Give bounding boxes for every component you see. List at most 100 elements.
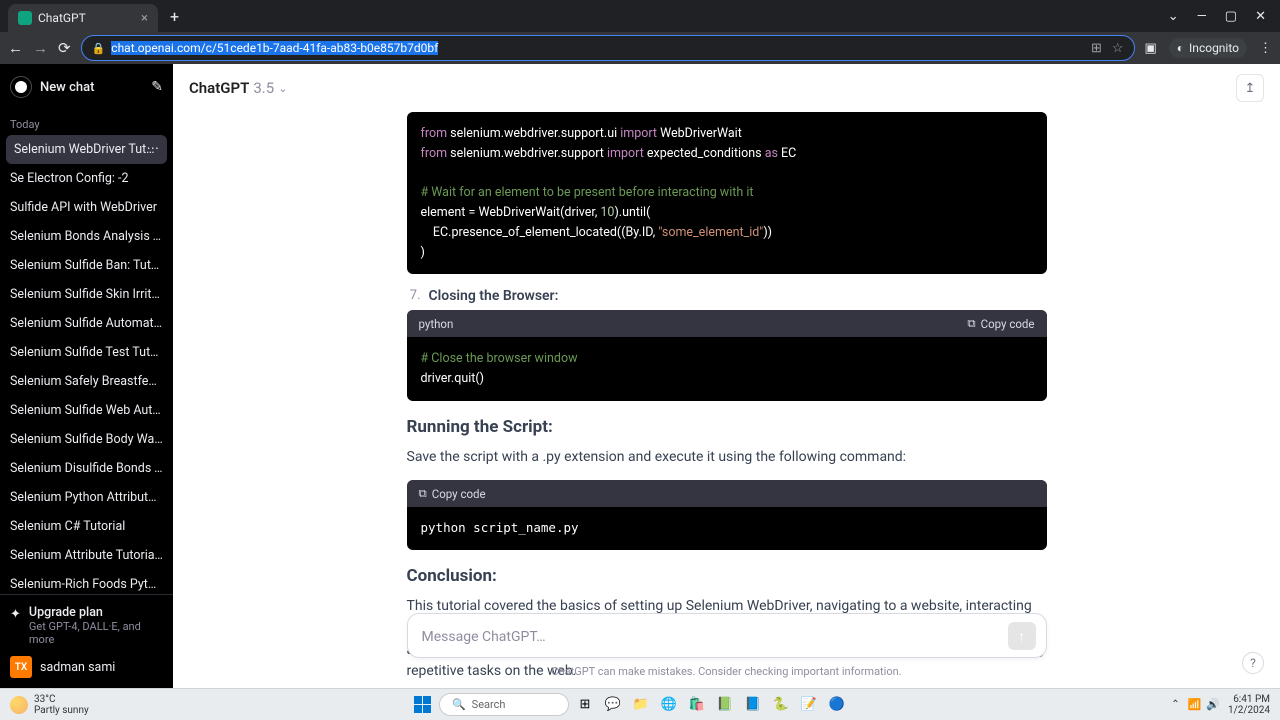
- paragraph: Save the script with a .py extension and…: [407, 447, 1047, 469]
- window-controls: ⌄ — ▢ ✕: [1168, 9, 1280, 24]
- sidebar-item[interactable]: Selenium WebDriver Tutorial: [6, 135, 167, 164]
- tab-close-icon[interactable]: ×: [141, 11, 148, 26]
- volume-icon[interactable]: 🔊: [1206, 698, 1220, 711]
- chevron-down-icon[interactable]: ⌄: [278, 82, 287, 95]
- disclaimer: ChatGPT can make mistakes. Consider chec…: [551, 665, 901, 678]
- system-tray[interactable]: ⌃ 📶 🔊 6:41 PM 1/2/2024: [1171, 694, 1270, 716]
- code-language: python: [419, 317, 454, 331]
- address-bar[interactable]: 🔒 chat.openai.com/c/51cede1b-7aad-41fa-a…: [81, 35, 1135, 61]
- sidebar-item[interactable]: Selenium Sulfide Web Automation: [0, 396, 173, 425]
- taskbar: 33°C Partly sunny 🔍 Search ⊞ 💬 📁 🌐 🛍️ 📗 …: [0, 688, 1280, 720]
- chevron-up-icon[interactable]: ⌃: [1171, 699, 1179, 710]
- tab-favicon: [18, 11, 32, 25]
- window-titlebar: ChatGPT × + ⌄ — ▢ ✕: [0, 0, 1280, 32]
- avatar: TX: [10, 656, 32, 678]
- app-icon[interactable]: 📘: [741, 693, 765, 717]
- user-menu[interactable]: TX sadman sami: [10, 656, 163, 678]
- minimize-button[interactable]: —: [1197, 9, 1207, 24]
- sidebar-item[interactable]: Selenium C# Tutorial: [0, 512, 173, 541]
- back-button[interactable]: ←: [8, 39, 23, 57]
- compose-icon[interactable]: ✎: [151, 79, 163, 95]
- main: ChatGPT 3.5 ⌄ ↥ from selenium.webdriver.…: [173, 64, 1280, 688]
- copy-code-button[interactable]: ⧉ Copy code: [967, 316, 1034, 331]
- list-item-7: 7. Closing the Browser:: [407, 288, 1047, 304]
- url-bar: ← → ⟳ 🔒 chat.openai.com/c/51cede1b-7aad-…: [0, 32, 1280, 64]
- sparkle-icon: ✦: [10, 607, 21, 622]
- sidebar-item[interactable]: Selenium Sulfide Test Tutorial: [0, 338, 173, 367]
- taskbar-center: 🔍 Search ⊞ 💬 📁 🌐 🛍️ 📗 📘 🐍 📝 🔵: [95, 693, 1166, 717]
- sidebar-item[interactable]: Selenium Safely Breastfeeding Tu: [0, 367, 173, 396]
- main-header: ChatGPT 3.5 ⌄ ↥: [173, 64, 1280, 112]
- sidebar-section-today: Today: [0, 110, 173, 135]
- app-icon[interactable]: 🐍: [769, 693, 793, 717]
- search-icon: 🔍: [452, 698, 466, 711]
- wifi-icon[interactable]: 📶: [1188, 698, 1202, 711]
- bookmark-icon[interactable]: ☆: [1112, 41, 1124, 56]
- sidebar-item[interactable]: Selenium Python Attribute Tutori: [0, 483, 173, 512]
- clipboard-icon: ⧉: [967, 316, 975, 331]
- chat-icon[interactable]: 💬: [601, 693, 625, 717]
- app-icon[interactable]: 📗: [713, 693, 737, 717]
- upgrade-button[interactable]: ✦ Upgrade plan Get GPT-4, DALL·E, and mo…: [10, 605, 163, 656]
- sidebar-item[interactable]: Selenium Attribute Tutorial Pytho: [0, 541, 173, 570]
- new-tab-button[interactable]: +: [170, 7, 179, 26]
- sidebar-item[interactable]: Selenium Sulfide Body Wash: [0, 425, 173, 454]
- code-content[interactable]: from selenium.webdriver.support.ui impor…: [407, 112, 1047, 274]
- help-button[interactable]: ?: [1242, 652, 1264, 674]
- sidebar-item[interactable]: Selenium Sulfide Ban: Tutorial: [0, 251, 173, 280]
- taskbar-search[interactable]: 🔍 Search: [439, 693, 569, 716]
- heading-running: Running the Script:: [407, 417, 1047, 437]
- browser-tab[interactable]: ChatGPT ×: [8, 4, 158, 32]
- sidebar-item[interactable]: Selenium Bonds Analysis Tutorial: [0, 222, 173, 251]
- store-icon[interactable]: 🛍️: [685, 693, 709, 717]
- incognito-badge[interactable]: ◐ Incognito: [1169, 38, 1247, 58]
- copy-code-button[interactable]: ⧉ Copy code: [407, 480, 1047, 507]
- app: New chat ✎ Today Selenium WebDriver Tuto…: [0, 64, 1280, 688]
- app-icon[interactable]: 📝: [797, 693, 821, 717]
- code-block: python ⧉ Copy code # Close the browser w…: [407, 310, 1047, 401]
- heading-conclusion: Conclusion:: [407, 566, 1047, 586]
- chevron-down-icon[interactable]: ⌄: [1168, 9, 1179, 24]
- share-button[interactable]: ↥: [1236, 74, 1264, 102]
- code-block: ⧉ Copy code python script_name.py: [407, 480, 1047, 550]
- input-placeholder: Message ChatGPT…: [422, 629, 546, 645]
- menu-icon[interactable]: ⋮: [1259, 41, 1272, 56]
- translate-icon[interactable]: ⊞: [1091, 41, 1102, 56]
- sidebar-footer: ✦ Upgrade plan Get GPT-4, DALL·E, and mo…: [0, 594, 173, 688]
- close-button[interactable]: ✕: [1255, 9, 1266, 24]
- model-version[interactable]: 3.5: [253, 79, 274, 97]
- sidebar-item[interactable]: Selenium Sulfide Automation Tut: [0, 309, 173, 338]
- forward-button[interactable]: →: [33, 39, 48, 57]
- url-text: chat.openai.com/c/51cede1b-7aad-41fa-ab8…: [111, 41, 1085, 55]
- weather-icon: [10, 696, 28, 714]
- conversation[interactable]: from selenium.webdriver.support.ui impor…: [173, 112, 1280, 688]
- start-button[interactable]: [411, 693, 435, 717]
- task-view-icon[interactable]: ⊞: [573, 693, 597, 717]
- sidebar: New chat ✎ Today Selenium WebDriver Tuto…: [0, 64, 173, 688]
- weather-widget[interactable]: 33°C Partly sunny: [10, 694, 89, 716]
- code-block: from selenium.webdriver.support.ui impor…: [407, 112, 1047, 274]
- new-chat-button[interactable]: New chat: [40, 80, 143, 95]
- chrome-icon[interactable]: 🔵: [825, 693, 849, 717]
- extensions-icon[interactable]: ▣: [1145, 41, 1157, 56]
- edge-icon[interactable]: 🌐: [657, 693, 681, 717]
- incognito-icon: ◐: [1177, 41, 1184, 55]
- maximize-button[interactable]: ▢: [1225, 9, 1237, 24]
- explorer-icon[interactable]: 📁: [629, 693, 653, 717]
- reload-button[interactable]: ⟳: [58, 39, 71, 57]
- code-content[interactable]: python script_name.py: [407, 507, 1047, 550]
- sidebar-item[interactable]: Selenium Sulfide Skin Irritation: [0, 280, 173, 309]
- message-input[interactable]: Message ChatGPT… ↑: [407, 613, 1047, 658]
- tab-title: ChatGPT: [38, 11, 135, 25]
- send-button[interactable]: ↑: [1008, 622, 1036, 650]
- sidebar-header: New chat ✎: [0, 64, 173, 110]
- sidebar-list: Selenium WebDriver TutorialSe Electron C…: [0, 135, 173, 594]
- logo-icon[interactable]: [10, 76, 32, 98]
- sidebar-item[interactable]: Selenium-Rich Foods Python Scr: [0, 570, 173, 594]
- model-name[interactable]: ChatGPT: [189, 79, 249, 97]
- code-content[interactable]: # Close the browser window driver.quit(): [407, 337, 1047, 401]
- code-header: python ⧉ Copy code: [407, 310, 1047, 337]
- sidebar-item[interactable]: Se Electron Config: -2: [0, 164, 173, 193]
- sidebar-item[interactable]: Sulfide API with WebDriver: [0, 193, 173, 222]
- sidebar-item[interactable]: Selenium Disulfide Bonds Tutorial: [0, 454, 173, 483]
